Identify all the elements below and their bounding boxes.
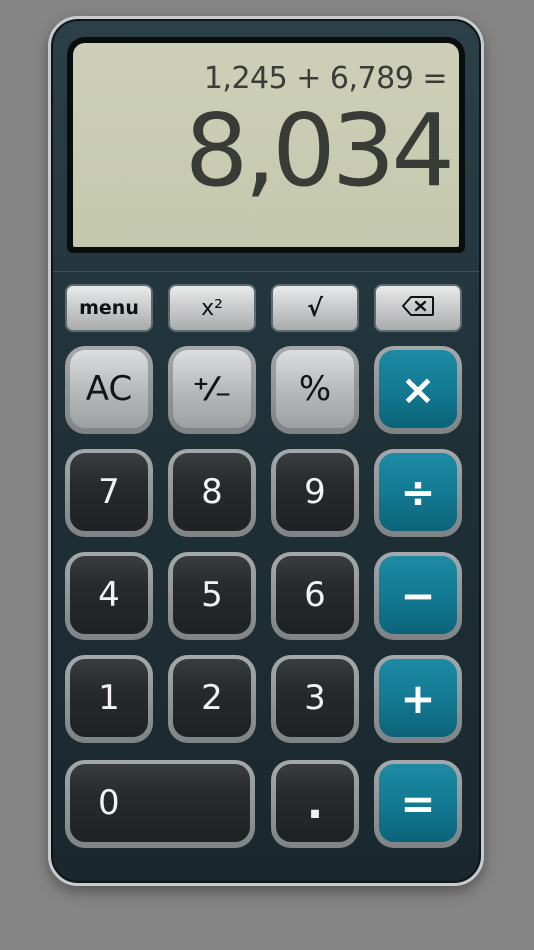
digit-5-button[interactable]: 5 — [168, 552, 256, 640]
digit-8-button[interactable]: 8 — [168, 449, 256, 537]
backspace-button[interactable] — [374, 284, 462, 332]
multiply-button[interactable]: × — [374, 346, 462, 434]
clear-button[interactable]: AC — [65, 346, 153, 434]
digit-0-button[interactable]: 0 — [65, 760, 255, 848]
divider — [53, 271, 479, 272]
digit-4-button[interactable]: 4 — [65, 552, 153, 640]
square-button-label: x² — [201, 295, 223, 321]
expression-text: 1,245 + 6,789 = — [203, 61, 448, 96]
square-button[interactable]: x² — [168, 284, 256, 332]
menu-button[interactable]: menu — [65, 284, 153, 332]
digit-7-cap: 7 — [70, 453, 148, 531]
digit-6-cap: 6 — [276, 556, 354, 634]
percent-button-cap: % — [276, 350, 354, 428]
digit-6-button[interactable]: 6 — [271, 552, 359, 640]
subtract-button[interactable]: − — [374, 552, 462, 640]
digit-2-button[interactable]: 2 — [168, 655, 256, 743]
backspace-icon — [401, 295, 435, 321]
menu-button-label: menu — [79, 297, 139, 319]
plus-minus-button[interactable]: ⁺⁄₋ — [168, 346, 256, 434]
subtract-button-cap: − — [379, 556, 457, 634]
digit-9-cap: 9 — [276, 453, 354, 531]
digit-0-cap: 0 — [70, 764, 250, 842]
digit-2-cap: 2 — [173, 659, 251, 737]
digit-1-button[interactable]: 1 — [65, 655, 153, 743]
equals-button[interactable]: = — [374, 760, 462, 848]
digit-1-cap: 1 — [70, 659, 148, 737]
decimal-button-cap: . — [276, 764, 354, 842]
display: 1,245 + 6,789 = 8,034 — [73, 43, 459, 247]
add-button-cap: + — [379, 659, 457, 737]
equals-button-cap: = — [379, 764, 457, 842]
decimal-button[interactable]: . — [271, 760, 359, 848]
divide-button[interactable]: ÷ — [374, 449, 462, 537]
digit-5-cap: 5 — [173, 556, 251, 634]
divide-button-cap: ÷ — [379, 453, 457, 531]
digit-9-button[interactable]: 9 — [271, 449, 359, 537]
digit-8-cap: 8 — [173, 453, 251, 531]
add-button[interactable]: + — [374, 655, 462, 743]
multiply-button-cap: × — [379, 350, 457, 428]
sqrt-button-label: √ — [306, 294, 323, 322]
sqrt-button[interactable]: √ — [271, 284, 359, 332]
plus-minus-button-cap: ⁺⁄₋ — [173, 350, 251, 428]
digit-3-cap: 3 — [276, 659, 354, 737]
calculator-body: 1,245 + 6,789 = 8,034 menu x² √ AC ⁺⁄₋ %… — [48, 16, 484, 886]
digit-3-button[interactable]: 3 — [271, 655, 359, 743]
digit-7-button[interactable]: 7 — [65, 449, 153, 537]
digit-4-cap: 4 — [70, 556, 148, 634]
result-text: 8,034 — [184, 92, 455, 209]
display-frame: 1,245 + 6,789 = 8,034 — [67, 37, 465, 253]
clear-button-cap: AC — [70, 350, 148, 428]
percent-button[interactable]: % — [271, 346, 359, 434]
